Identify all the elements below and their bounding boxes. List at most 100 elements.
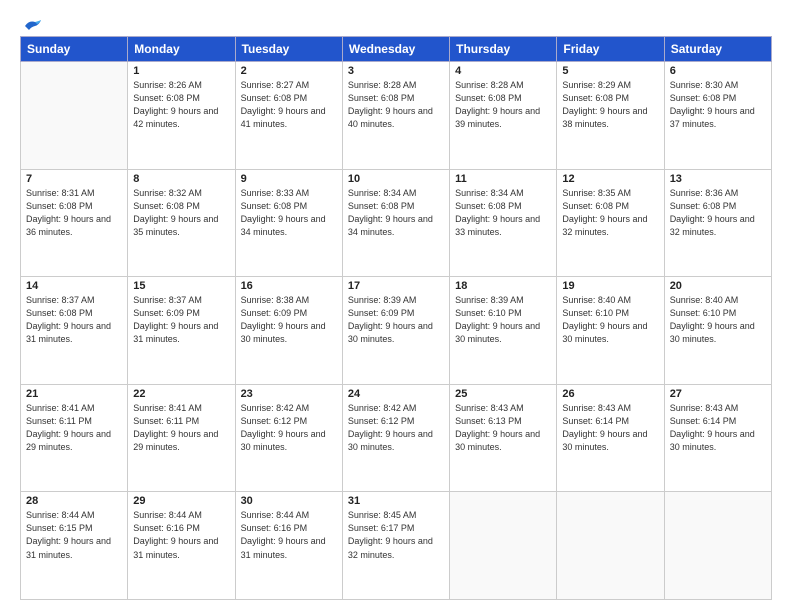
page: SundayMondayTuesdayWednesdayThursdayFrid… [0,0,792,612]
day-info: Sunrise: 8:27 AMSunset: 6:08 PMDaylight:… [241,79,337,131]
day-number: 13 [670,173,766,185]
day-number: 6 [670,65,766,77]
calendar-cell [450,492,557,600]
day-info: Sunrise: 8:31 AMSunset: 6:08 PMDaylight:… [26,187,122,239]
calendar-cell: 23 Sunrise: 8:42 AMSunset: 6:12 PMDayligh… [235,384,342,492]
calendar-cell: 10Sunrise: 8:34 AMSunset: 6:08 PMDayligh… [342,169,449,277]
day-info: Sunrise: 8:30 AMSunset: 6:08 PMDaylight:… [670,79,766,131]
day-number: 18 [455,280,551,292]
day-number: 19 [562,280,658,292]
calendar-week-row: 14 Sunrise: 8:37 AMSunset: 6:08 PMDayligh… [21,277,772,385]
calendar-week-row: 21Sunrise: 8:41 AMSunset: 6:11 PMDayligh… [21,384,772,492]
day-number: 22 [133,388,229,400]
calendar-cell: 11 Sunrise: 8:34 AMSunset: 6:08 PMDayligh… [450,169,557,277]
calendar-cell: 19 Sunrise: 8:40 AMSunset: 6:10 PMDayligh… [557,277,664,385]
day-number: 23 [241,388,337,400]
day-info: Sunrise: 8:35 AMSunset: 6:08 PMDaylight:… [562,187,658,239]
day-info: Sunrise: 8:28 AMSunset: 6:08 PMDaylight:… [455,79,551,131]
day-number: 20 [670,280,766,292]
day-number: 14 [26,280,122,292]
day-info: Sunrise: 8:40 AMSunset: 6:10 PMDaylight:… [670,294,766,346]
calendar-cell: 20 Sunrise: 8:40 AMSunset: 6:10 PMDayligh… [664,277,771,385]
day-number: 31 [348,495,444,507]
day-info: Sunrise: 8:37 AMSunset: 6:09 PMDaylight:… [133,294,229,346]
day-number: 28 [26,495,122,507]
calendar-cell: 28 Sunrise: 8:44 AMSunset: 6:15 PMDayligh… [21,492,128,600]
calendar-cell: 9 Sunrise: 8:33 AMSunset: 6:08 PMDaylight… [235,169,342,277]
calendar-cell: 13Sunrise: 8:36 AMSunset: 6:08 PMDayligh… [664,169,771,277]
day-info: Sunrise: 8:39 AMSunset: 6:09 PMDaylight:… [348,294,444,346]
calendar-cell: 12Sunrise: 8:35 AMSunset: 6:08 PMDayligh… [557,169,664,277]
day-number: 2 [241,65,337,77]
day-info: Sunrise: 8:39 AMSunset: 6:10 PMDaylight:… [455,294,551,346]
day-number: 11 [455,173,551,185]
day-info: Sunrise: 8:33 AMSunset: 6:08 PMDaylight:… [241,187,337,239]
day-number: 29 [133,495,229,507]
day-info: Sunrise: 8:34 AMSunset: 6:08 PMDaylight:… [348,187,444,239]
day-info: Sunrise: 8:44 AMSunset: 6:16 PMDaylight:… [241,509,337,561]
day-number: 1 [133,65,229,77]
calendar-cell: 24Sunrise: 8:42 AMSunset: 6:12 PMDayligh… [342,384,449,492]
calendar-cell: 7 Sunrise: 8:31 AMSunset: 6:08 PMDaylight… [21,169,128,277]
calendar-cell: 14 Sunrise: 8:37 AMSunset: 6:08 PMDayligh… [21,277,128,385]
col-header-thursday: Thursday [450,37,557,62]
calendar-table: SundayMondayTuesdayWednesdayThursdayFrid… [20,36,772,600]
calendar-cell: 3 Sunrise: 8:28 AMSunset: 6:08 PMDaylight… [342,62,449,170]
calendar-week-row: 1 Sunrise: 8:26 AMSunset: 6:08 PMDaylight… [21,62,772,170]
day-number: 5 [562,65,658,77]
col-header-sunday: Sunday [21,37,128,62]
day-number: 16 [241,280,337,292]
calendar-cell: 29Sunrise: 8:44 AMSunset: 6:16 PMDayligh… [128,492,235,600]
header [20,18,772,32]
calendar-cell: 27Sunrise: 8:43 AMSunset: 6:14 PMDayligh… [664,384,771,492]
day-info: Sunrise: 8:41 AMSunset: 6:11 PMDaylight:… [133,402,229,454]
day-number: 8 [133,173,229,185]
calendar-cell: 6 Sunrise: 8:30 AMSunset: 6:08 PMDaylight… [664,62,771,170]
day-info: Sunrise: 8:37 AMSunset: 6:08 PMDaylight:… [26,294,122,346]
calendar-cell [557,492,664,600]
calendar-cell: 4 Sunrise: 8:28 AMSunset: 6:08 PMDaylight… [450,62,557,170]
day-number: 7 [26,173,122,185]
calendar-cell: 2 Sunrise: 8:27 AMSunset: 6:08 PMDaylight… [235,62,342,170]
day-info: Sunrise: 8:45 AMSunset: 6:17 PMDaylight:… [348,509,444,561]
calendar-cell: 26Sunrise: 8:43 AMSunset: 6:14 PMDayligh… [557,384,664,492]
calendar-week-row: 28 Sunrise: 8:44 AMSunset: 6:15 PMDayligh… [21,492,772,600]
day-info: Sunrise: 8:42 AMSunset: 6:12 PMDaylight:… [241,402,337,454]
col-header-monday: Monday [128,37,235,62]
day-info: Sunrise: 8:41 AMSunset: 6:11 PMDaylight:… [26,402,122,454]
calendar-cell: 22 Sunrise: 8:41 AMSunset: 6:11 PMDayligh… [128,384,235,492]
day-number: 4 [455,65,551,77]
day-info: Sunrise: 8:26 AMSunset: 6:08 PMDaylight:… [133,79,229,131]
day-info: Sunrise: 8:42 AMSunset: 6:12 PMDaylight:… [348,402,444,454]
day-info: Sunrise: 8:28 AMSunset: 6:08 PMDaylight:… [348,79,444,131]
calendar-cell: 8 Sunrise: 8:32 AMSunset: 6:08 PMDaylight… [128,169,235,277]
calendar-cell: 17 Sunrise: 8:39 AMSunset: 6:09 PMDayligh… [342,277,449,385]
calendar-cell: 30 Sunrise: 8:44 AMSunset: 6:16 PMDayligh… [235,492,342,600]
logo-bird-icon [21,18,43,34]
calendar-cell [664,492,771,600]
col-header-saturday: Saturday [664,37,771,62]
day-info: Sunrise: 8:40 AMSunset: 6:10 PMDaylight:… [562,294,658,346]
day-number: 17 [348,280,444,292]
col-header-wednesday: Wednesday [342,37,449,62]
calendar-cell: 31 Sunrise: 8:45 AMSunset: 6:17 PMDayligh… [342,492,449,600]
day-info: Sunrise: 8:43 AMSunset: 6:13 PMDaylight:… [455,402,551,454]
day-number: 3 [348,65,444,77]
day-info: Sunrise: 8:43 AMSunset: 6:14 PMDaylight:… [670,402,766,454]
day-info: Sunrise: 8:29 AMSunset: 6:08 PMDaylight:… [562,79,658,131]
calendar-cell: 21Sunrise: 8:41 AMSunset: 6:11 PMDayligh… [21,384,128,492]
day-number: 26 [562,388,658,400]
calendar-cell [21,62,128,170]
day-info: Sunrise: 8:44 AMSunset: 6:15 PMDaylight:… [26,509,122,561]
calendar-cell: 25 Sunrise: 8:43 AMSunset: 6:13 PMDayligh… [450,384,557,492]
day-number: 25 [455,388,551,400]
col-header-tuesday: Tuesday [235,37,342,62]
day-number: 30 [241,495,337,507]
calendar-cell: 5 Sunrise: 8:29 AMSunset: 6:08 PMDaylight… [557,62,664,170]
calendar-cell: 16Sunrise: 8:38 AMSunset: 6:09 PMDayligh… [235,277,342,385]
day-info: Sunrise: 8:32 AMSunset: 6:08 PMDaylight:… [133,187,229,239]
logo [20,22,43,32]
day-number: 9 [241,173,337,185]
col-header-friday: Friday [557,37,664,62]
day-info: Sunrise: 8:34 AMSunset: 6:08 PMDaylight:… [455,187,551,239]
